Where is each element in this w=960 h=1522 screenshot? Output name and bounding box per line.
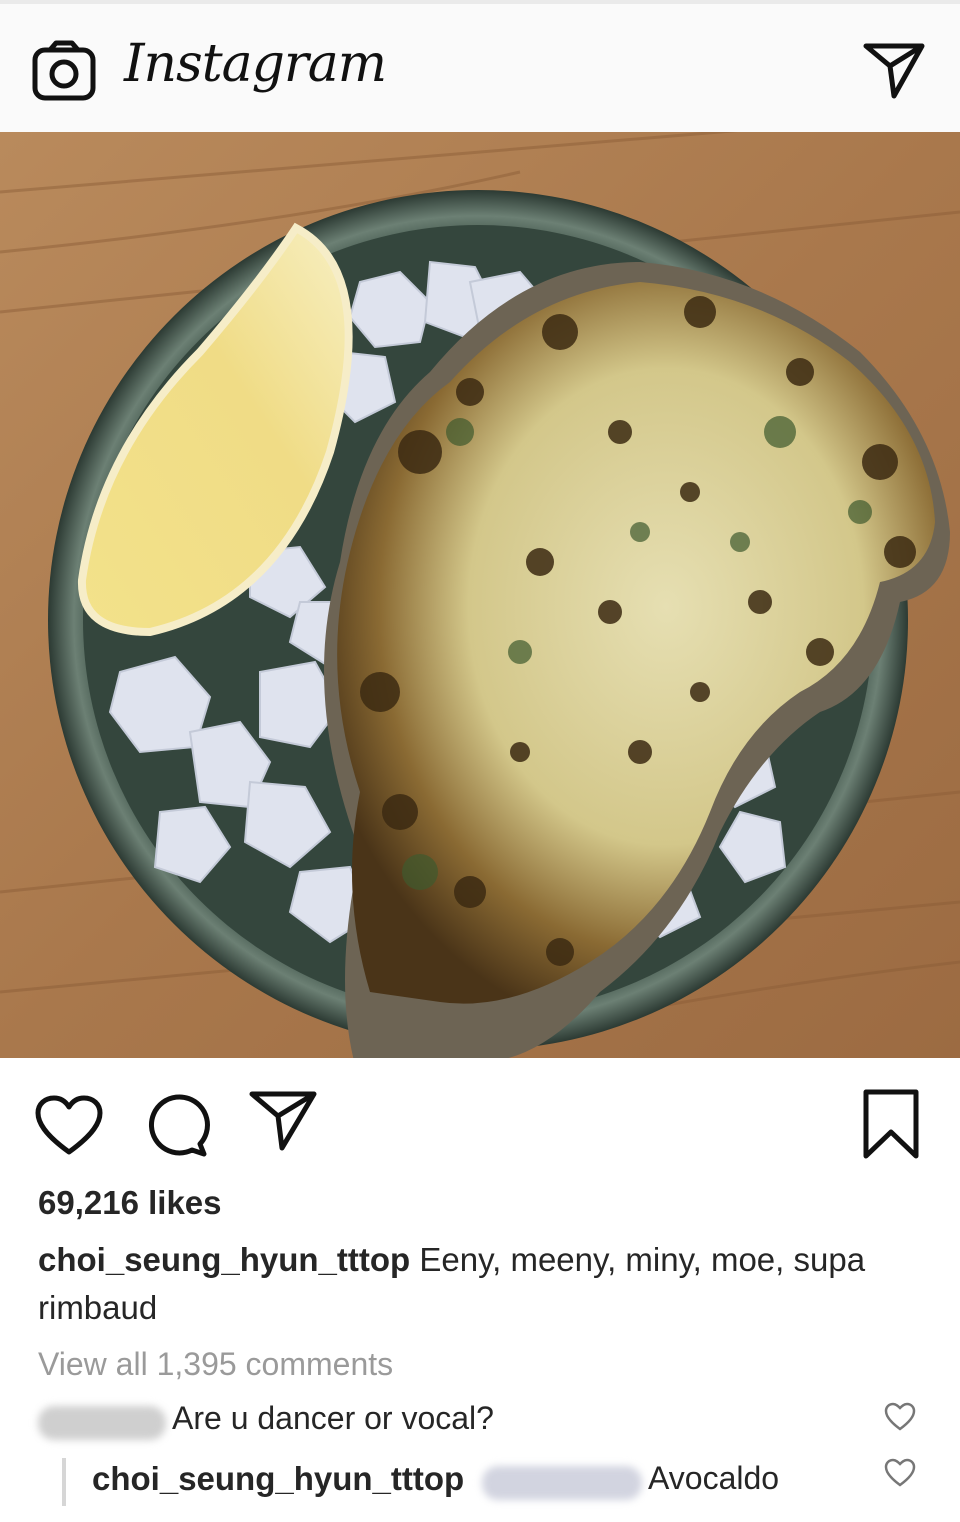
heart-icon[interactable] bbox=[34, 1094, 104, 1158]
top-app-bar: Instagram bbox=[0, 0, 960, 132]
comment-row: Are u dancer or vocal? bbox=[38, 1398, 928, 1448]
instagram-logo[interactable]: Instagram bbox=[124, 34, 387, 94]
likes-count[interactable]: 69,216 likes bbox=[38, 1184, 222, 1222]
view-all-comments-link[interactable]: View all 1,395 comments bbox=[38, 1346, 393, 1383]
post-caption: choi_seung_hyun_tttop Eeny, meeny, miny,… bbox=[38, 1236, 928, 1332]
comment-bubble-icon[interactable] bbox=[144, 1092, 210, 1158]
reply-text: Avocaldo bbox=[648, 1460, 780, 1496]
food-photo bbox=[0, 132, 960, 1058]
reply-indent-bar bbox=[62, 1458, 66, 1506]
camera-icon[interactable] bbox=[32, 40, 96, 102]
paper-plane-icon[interactable] bbox=[862, 42, 926, 100]
paper-plane-icon[interactable] bbox=[248, 1090, 318, 1152]
heart-icon[interactable] bbox=[884, 1458, 916, 1488]
heart-icon[interactable] bbox=[884, 1402, 916, 1432]
reply-row: choi_seung_hyun_tttop Avocaldo bbox=[62, 1458, 928, 1508]
comment-text: Are u dancer or vocal? bbox=[172, 1400, 494, 1436]
bookmark-icon[interactable] bbox=[862, 1088, 920, 1160]
blurred-username bbox=[38, 1406, 166, 1440]
post-photo[interactable] bbox=[0, 132, 960, 1058]
reply-username[interactable]: choi_seung_hyun_tttop bbox=[92, 1460, 464, 1498]
post-action-bar bbox=[0, 1058, 960, 1178]
caption-username[interactable]: choi_seung_hyun_tttop bbox=[38, 1241, 410, 1278]
blurred-mention bbox=[482, 1466, 642, 1500]
